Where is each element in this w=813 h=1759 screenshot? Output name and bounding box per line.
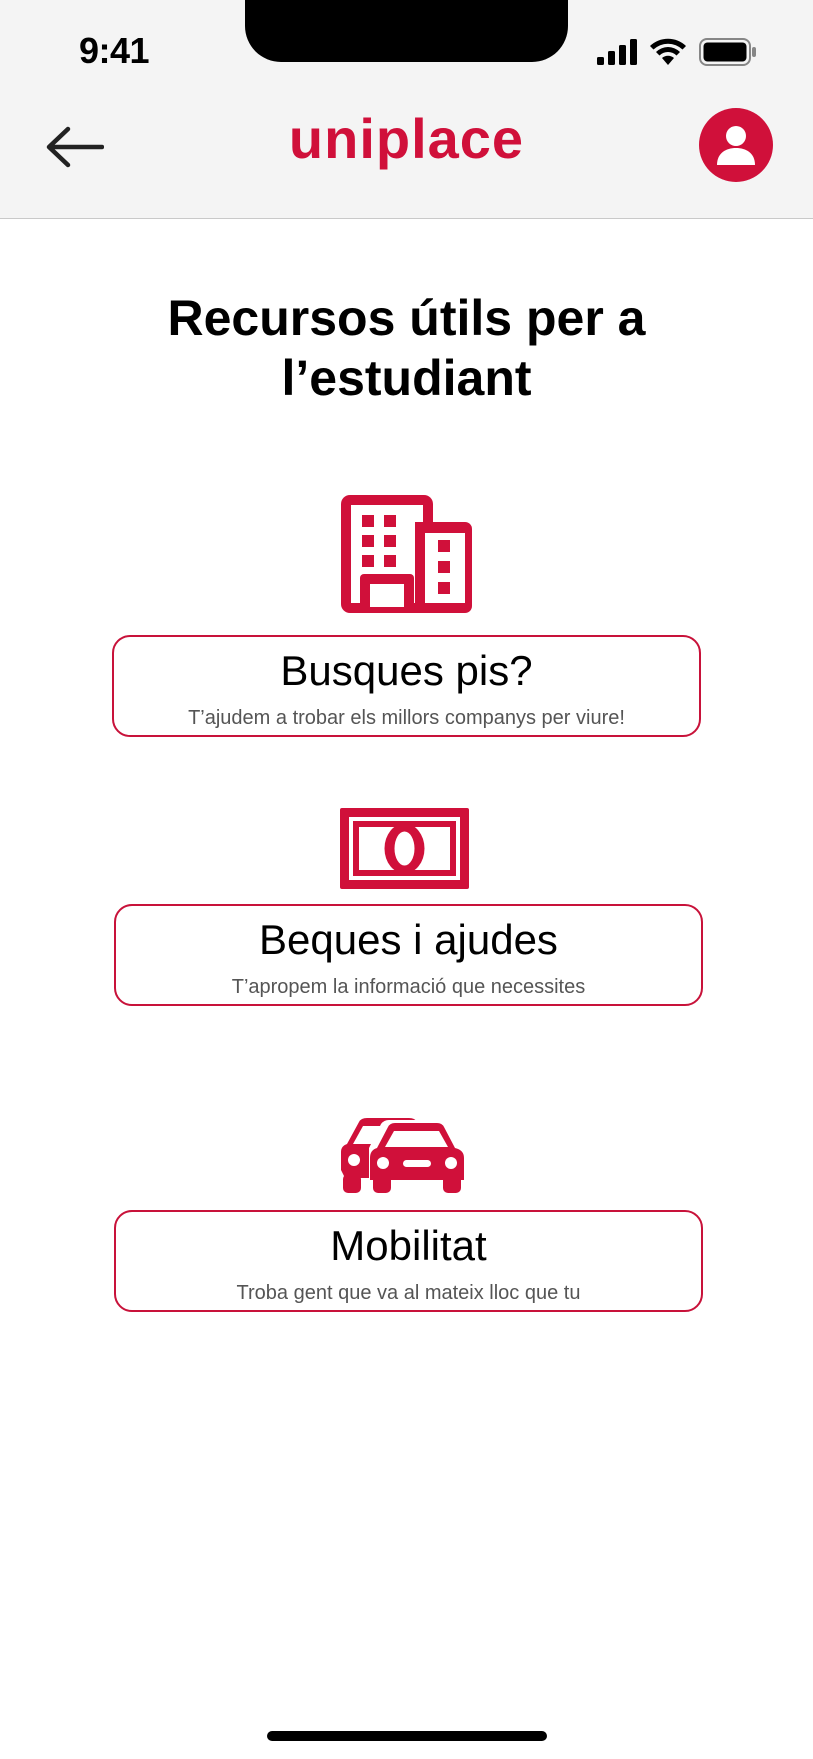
wifi-icon [650, 38, 686, 65]
resource-card-subtitle: T’ajudem a trobar els millors companys p… [188, 707, 625, 729]
resource-card-mobility[interactable]: Mobilitat Troba gent que va al mateix ll… [114, 1210, 703, 1312]
profile-button[interactable] [699, 108, 773, 182]
status-icons [597, 38, 757, 66]
banknote-icon [340, 808, 469, 889]
app-logo: uniplace [288, 107, 525, 170]
resource-card-subtitle: T’apropem la informació que necessites [231, 976, 586, 998]
resource-card-subtitle: Troba gent que va al mateix lloc que tu [236, 1282, 581, 1304]
battery-icon [699, 38, 756, 66]
resource-card-title: Mobilitat [330, 1222, 487, 1269]
resource-card-housing[interactable]: Busques pis? T’ajudem a trobar els millo… [112, 635, 701, 737]
cellular-signal-icon [597, 39, 637, 65]
user-icon [717, 126, 755, 165]
home-indicator[interactable] [267, 1731, 547, 1741]
top-bar: 9:41 uniplace [0, 0, 813, 219]
device-notch [245, 0, 568, 62]
resource-card-scholarships[interactable]: Beques i ajudes T’apropem la informació … [114, 904, 703, 1006]
building-icon [341, 495, 472, 613]
cars-icon [341, 1118, 470, 1193]
resource-card-title: Beques i ajudes [259, 916, 558, 963]
resource-card-title: Busques pis? [280, 647, 533, 694]
status-time: 9:41 [79, 30, 150, 71]
page-title: Recursos útils per a l’estudiant [167, 290, 646, 406]
